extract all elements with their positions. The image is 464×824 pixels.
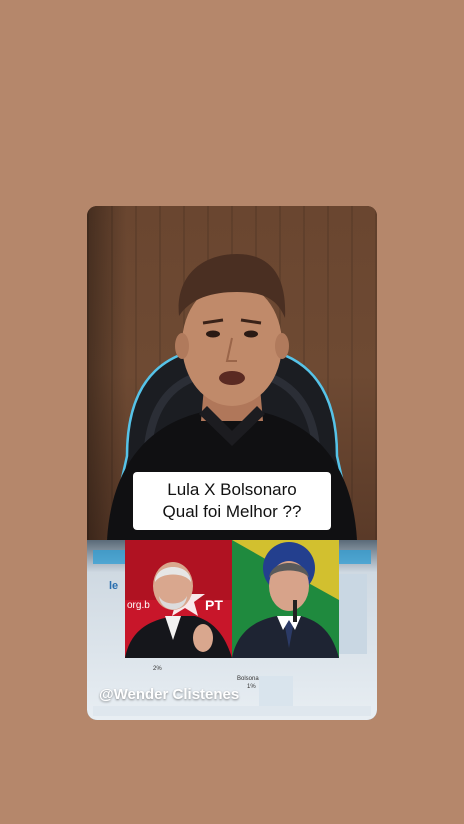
caption-box: Lula X Bolsonaro Qual foi Melhor ?? xyxy=(133,472,331,530)
video-frame: Lula X Bolsonaro Qual foi Melhor ?? le 2… xyxy=(87,206,377,720)
creator-handle-watermark: @Wender Clistenes xyxy=(99,686,240,703)
politicians-photo-collage: org.b PT xyxy=(125,540,339,658)
stat-right-value: 1% xyxy=(247,684,256,690)
caption-line-1: Lula X Bolsonaro xyxy=(167,480,297,499)
screen-side-panel xyxy=(337,574,367,654)
wooden-wall-background: Lula X Bolsonaro Qual foi Melhor ?? xyxy=(87,206,377,546)
stat-left: 2% xyxy=(153,666,162,672)
party-initials: PT xyxy=(205,597,223,613)
screen-taskbar xyxy=(93,706,371,716)
party-url-text: org.b xyxy=(127,600,150,611)
caption-line-2: Qual foi Melhor ?? xyxy=(162,502,302,521)
background-monitor-screen: le 2% Bolsonaro 1% org.b PT @Wender Clis… xyxy=(87,540,377,720)
